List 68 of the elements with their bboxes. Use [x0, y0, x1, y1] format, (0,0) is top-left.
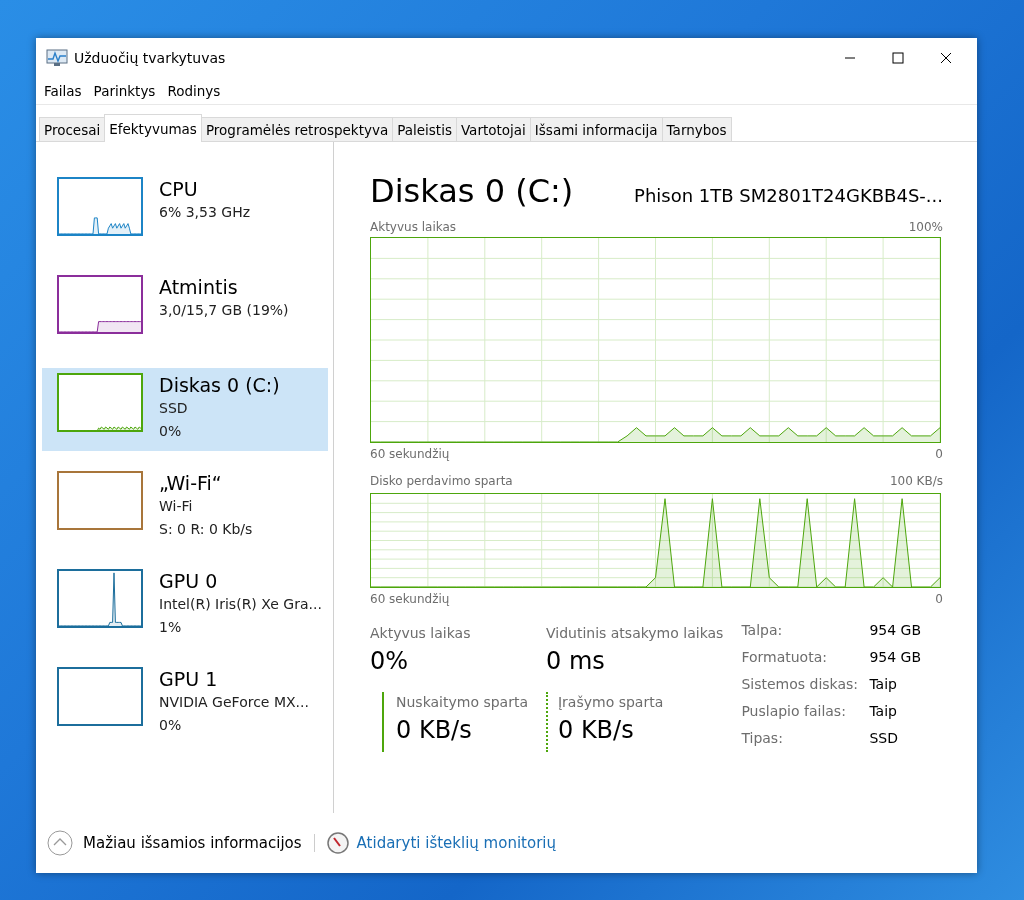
- tab[interactable]: Paleistis: [392, 117, 457, 141]
- stat-label: Nuskaitymo sparta: [396, 692, 528, 712]
- disk-title: Diskas 0 (C:): [370, 172, 574, 210]
- sidebar-item[interactable]: GPU 0 Intel(R) Iris(R) Xe Gra... 1%: [42, 564, 328, 647]
- device-detail: 1%: [159, 618, 183, 637]
- disk-model: Phison 1TB SM2801T24GKBB4S-...: [634, 185, 943, 206]
- stat-label: Vidutinis atsakymo laikas: [546, 624, 724, 643]
- device-name: Atmintis: [159, 275, 239, 299]
- stat-label: Aktyvus laikas: [370, 624, 472, 643]
- device-name: „Wi-Fi“: [159, 471, 223, 495]
- stat-value: 0 KB/s: [558, 714, 635, 746]
- time-span-label: 60 sekundžių: [370, 592, 450, 607]
- axis-min-label: 0: [935, 592, 943, 607]
- graph-label: Aktyvus laikas: [370, 220, 457, 235]
- sidebar-item[interactable]: CPU 6% 3,53 GHz: [42, 172, 328, 255]
- stat-value: 0 ms: [546, 646, 606, 677]
- property-value: SSD: [869, 729, 899, 748]
- tab[interactable]: Vartotojai: [455, 117, 531, 141]
- device-detail: S: 0 R: 0 Kb/s: [159, 520, 253, 539]
- window-title: Užduočių tvarkytuvas: [74, 50, 227, 66]
- menu-item[interactable]: Parinktys: [87, 83, 162, 99]
- monitor-icon: [46, 49, 68, 67]
- stat-value: 0 KB/s: [396, 714, 473, 746]
- graph-label: Disko perdavimo sparta: [370, 474, 513, 489]
- time-span-label: 60 sekundžių: [370, 447, 450, 462]
- gauge-icon: [326, 832, 349, 854]
- close-icon: [940, 52, 952, 64]
- property-label: Sistemos diskas:: [741, 675, 860, 694]
- device-name: CPU: [159, 177, 199, 201]
- device-detail: 0%: [159, 422, 183, 441]
- resource-monitor-link[interactable]: Atidaryti išteklių monitorių: [356, 834, 556, 852]
- property-value: 954 GB: [869, 648, 921, 667]
- device-name: GPU 0: [159, 569, 219, 593]
- fewer-details-button[interactable]: Mažiau išsamios informacijos: [47, 830, 302, 856]
- device-name: GPU 1: [159, 667, 219, 691]
- sidebar-item[interactable]: Diskas 0 (C:) SSD 0%: [42, 368, 328, 451]
- tab[interactable]: Efektyvumas: [104, 114, 202, 142]
- axis-max-label: 100%: [908, 220, 943, 235]
- tab[interactable]: Išsami informacija: [529, 117, 663, 141]
- menu-item[interactable]: Rodinys: [161, 83, 227, 99]
- device-detail: 6% 3,53 GHz: [159, 203, 250, 222]
- device-detail: 0%: [159, 716, 183, 735]
- device-name: Diskas 0 (C:): [159, 373, 280, 397]
- menu-item[interactable]: Failas: [38, 83, 88, 99]
- property-label: Tipas:: [741, 729, 784, 748]
- device-detail: SSD: [159, 399, 189, 418]
- device-detail: NVIDIA GeForce MX...: [159, 693, 309, 712]
- device-detail: 3,0/15,7 GB (19%): [159, 301, 289, 320]
- property-label: Formatuota:: [741, 648, 828, 667]
- sidebar-item[interactable]: „Wi-Fi“ Wi-Fi S: 0 R: 0 Kb/s: [42, 466, 328, 549]
- stat-label: Įrašymo sparta: [558, 692, 665, 712]
- property-label: Puslapio failas:: [741, 702, 847, 721]
- axis-max-label: 100 KB/s: [889, 474, 943, 489]
- property-value: Taip: [869, 675, 898, 694]
- property-value: 954 GB: [869, 621, 921, 640]
- device-detail: Intel(R) Iris(R) Xe Gra...: [159, 595, 322, 614]
- property-value: Taip: [869, 702, 898, 721]
- property-label: Talpa:: [741, 621, 784, 640]
- chevron-up-icon: [47, 830, 73, 856]
- axis-min-label: 0: [935, 447, 943, 462]
- device-detail: Wi-Fi: [159, 497, 194, 516]
- sidebar-item[interactable]: Atmintis 3,0/15,7 GB (19%): [42, 270, 328, 353]
- stat-value: 0%: [370, 646, 410, 677]
- sidebar-item[interactable]: GPU 1 NVIDIA GeForce MX... 0%: [42, 662, 328, 745]
- tab[interactable]: Procesai: [39, 117, 106, 141]
- tab[interactable]: Programėlės retrospektyva: [200, 117, 394, 141]
- tab[interactable]: Tarnybos: [661, 117, 732, 141]
- maximize-icon: [892, 52, 904, 64]
